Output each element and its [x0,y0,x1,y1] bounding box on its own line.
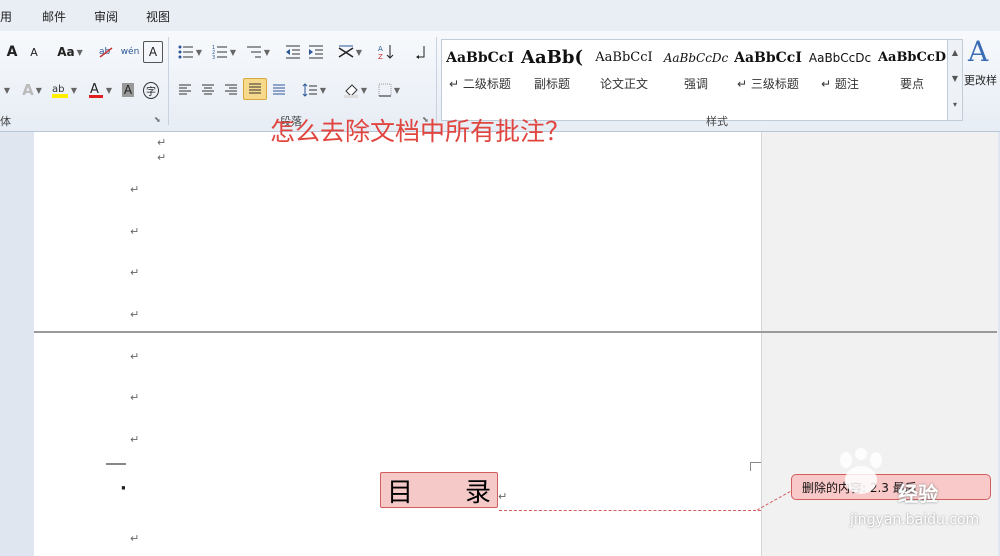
watermark-brand: 经验 [898,482,938,506]
show-marks-icon[interactable] [410,41,430,63]
paragraph-mark: ↵ [157,151,167,164]
increase-indent-icon[interactable] [305,41,327,63]
text-effect-dropdown-icon[interactable]: ▼ [0,79,12,101]
toc-heading-deleted[interactable]: 目 录 [380,472,498,508]
style-tile-heading3[interactable]: AaBbCcI ↵ 三级标题 [732,46,804,102]
crop-mark [106,457,126,464]
svg-text:A: A [378,45,383,53]
watermark-site: jingyan.baidu.com [850,512,980,528]
svg-text:Z: Z [378,53,383,60]
justify-icon[interactable] [243,78,267,100]
align-left-icon[interactable] [174,79,196,101]
bullets-button[interactable]: ▼ [174,41,206,63]
paragraph-mark: ↵ [130,308,140,321]
comment-connector-diagonal [756,489,794,511]
menu-tab-view[interactable]: 视图 [146,8,170,25]
shading-button[interactable]: ▼ [340,79,370,101]
paragraph-mark: ↵ [130,532,140,545]
more-styles-icon[interactable]: ▾ [948,92,962,116]
font-group-label: 体 [0,115,11,128]
menu-tab-review[interactable]: 审阅 [94,8,118,25]
scroll-down-icon[interactable]: ▼ [948,66,962,92]
decrease-indent-icon[interactable] [282,41,304,63]
scroll-up-icon[interactable]: ▲ [948,40,962,66]
text-effect-button[interactable]: A ▼ [18,79,46,101]
svg-text:A: A [967,35,989,68]
question-title: 怎么去除文档中所有批注？ [270,117,571,146]
paragraph-mark: ↵ [130,266,140,279]
style-name: ↵ 二级标题 [449,77,511,91]
style-tile-thesis-body[interactable]: AaBbCcI 论文正文 [588,46,660,102]
change-styles-icon: A [967,35,989,68]
enclose-char-button[interactable]: 字 [140,79,162,101]
paragraph-mark: ↵ [130,225,140,238]
toc-heading-right: 录 [464,477,491,508]
char-shading-button[interactable]: A [118,79,138,101]
menu-tab-reference[interactable]: 用 [0,8,12,25]
line-spacing-button[interactable]: ▼ [300,79,328,101]
align-right-icon[interactable] [220,79,242,101]
paragraph-mark: ↵ [130,433,140,446]
toc-heading-left: 目 [387,477,414,508]
style-tile-heading2[interactable]: AaBbCcI ↵ 二级标题 [444,46,516,102]
styles-group-label: 样式 [706,115,728,128]
svg-text:ab: ab [52,84,64,95]
highlight-button[interactable]: ab ▼ [48,79,80,101]
baidu-paw-icon [840,448,882,494]
crop-mark [750,462,761,471]
change-styles-button[interactable]: A 更改样 [964,35,1000,105]
phonetic-guide-button[interactable]: wén [118,41,142,63]
list-bullet: · [120,478,127,499]
paragraph-mark: ↵ [157,136,167,149]
paragraph-mark: ↵ [130,391,140,404]
group-divider [168,37,169,125]
menu-bar: 用 邮件 审阅 视图 [0,0,1000,32]
grow-font-button[interactable]: A [2,41,22,63]
svg-text:ab: ab [99,47,111,57]
align-center-icon[interactable] [197,79,219,101]
borders-button[interactable]: ▼ [374,79,404,101]
paragraph-mark: ↵ [130,350,140,363]
font-color-button[interactable]: A ▼ [84,79,116,101]
multilevel-list-button[interactable]: ▼ [242,41,274,63]
distributed-icon[interactable] [268,79,290,101]
paragraph-mark: ↵ [498,490,508,503]
style-gallery: AaBbCcI ↵ 二级标题 AaBb( 副标题 AaBbCcI 论文正文 Aa… [441,39,949,121]
style-tile-key-point[interactable]: AaBbCcD 要点 [876,46,948,102]
style-gallery-scroll: ▲ ▼ ▾ [947,39,963,121]
style-tile-emphasis[interactable]: AaBbCcDc 强调 [660,46,732,102]
change-case-button[interactable]: Aa ▼ [54,41,86,63]
chinese-layout-button[interactable]: ▼ [334,41,366,63]
style-tile-subtitle[interactable]: AaBb( 副标题 [516,46,588,102]
numbering-button[interactable]: 1 2 3 ▼ [208,41,240,63]
sort-icon[interactable]: AZ [374,41,398,63]
clear-format-icon[interactable]: ab [96,41,116,63]
page-break [34,331,997,333]
font-dialog-launcher-icon[interactable]: ⬊ [154,115,161,124]
style-tile-caption[interactable]: AaBbCcDc ↵ 题注 [804,46,876,102]
svg-text:3: 3 [212,55,215,59]
comment-connector [499,510,761,511]
menu-tab-mailings[interactable]: 邮件 [42,8,66,25]
char-border-button[interactable]: A [143,41,163,63]
crop-mark [106,464,126,471]
shrink-font-button[interactable]: A [24,41,44,63]
svg-text:A: A [90,82,99,97]
paragraph-mark: ↵ [130,183,140,196]
